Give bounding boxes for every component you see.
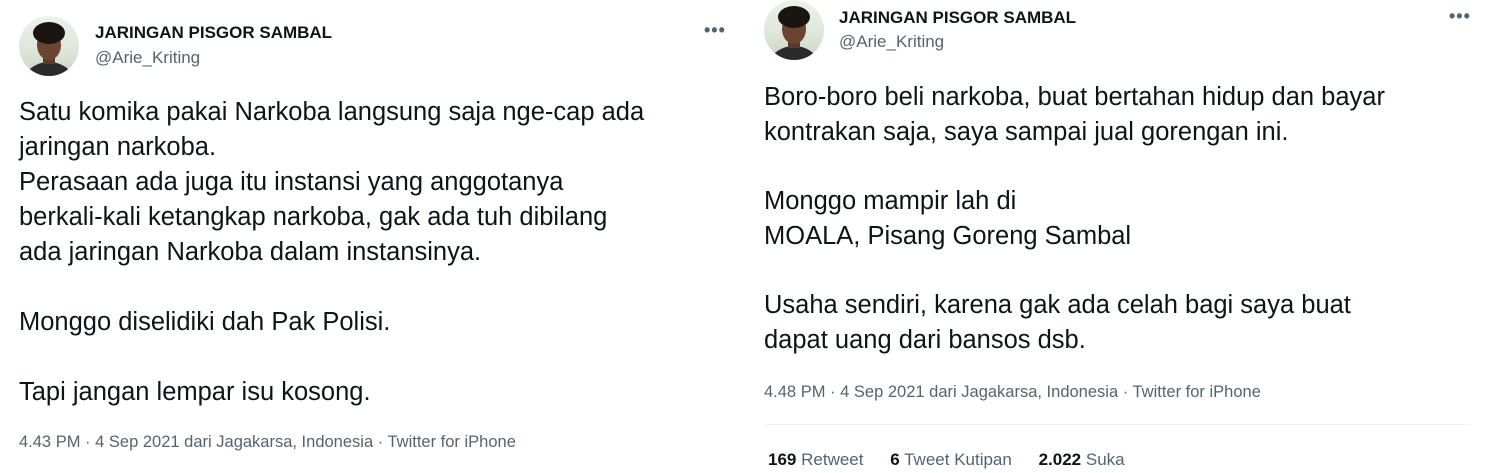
- tweet-date[interactable]: 4 Sep 2021: [95, 433, 179, 451]
- quotes-label: Tweet Kutipan: [904, 450, 1012, 469]
- tweet-right: JARINGAN PISGOR SAMBAL @Arie_Kriting •••…: [745, 0, 1490, 473]
- avatar[interactable]: [19, 16, 79, 76]
- divider: [764, 424, 1470, 425]
- meta-dot: ·: [377, 433, 388, 451]
- tweet-time[interactable]: 4.43 PM: [19, 433, 80, 451]
- tweet-text-line: Usaha sendiri, karena gak ada celah bagi…: [764, 291, 1351, 319]
- tweet-text-line: Tapi jangan lempar isu kosong.: [19, 378, 371, 406]
- tweet-text-line: Boro-boro beli narkoba, buat bertahan hi…: [764, 83, 1385, 111]
- tweet-date[interactable]: 4 Sep 2021: [840, 383, 924, 401]
- tweet-source[interactable]: Twitter for iPhone: [388, 433, 516, 451]
- meta-dot: ·: [85, 433, 96, 451]
- tweet-text-line: berkali-kali ketangkap narkoba, gak ada …: [19, 203, 608, 231]
- more-options-icon[interactable]: •••: [704, 20, 726, 41]
- retweets-label: Retweet: [801, 450, 864, 469]
- from-label: dari: [929, 383, 962, 401]
- author-name[interactable]: JARINGAN PISGOR SAMBAL: [95, 23, 332, 43]
- tweet-text-line: ada jaringan Narkoba dalam instansinya.: [19, 238, 482, 266]
- meta-dot: ·: [830, 383, 841, 401]
- likes-label: Suka: [1085, 450, 1125, 469]
- tweet-text-line: MOALA, Pisang Goreng Sambal: [764, 222, 1132, 250]
- from-label: dari: [184, 433, 217, 451]
- likes-count: 2.022: [1038, 450, 1082, 469]
- retweets-stat[interactable]: 169 Retweet: [768, 450, 863, 469]
- tweet-text-line: Monggo diselidiki dah Pak Polisi.: [19, 308, 391, 336]
- tweet-source[interactable]: Twitter for iPhone: [1133, 383, 1261, 401]
- tweet-text-line: jaringan narkoba.: [19, 133, 217, 161]
- tweet-meta: 4.43 PM · 4 Sep 2021 dari Jagakarsa, Ind…: [19, 433, 516, 452]
- tweet-text-line: kontrakan saja, saya sampai jual gorenga…: [764, 118, 1289, 146]
- tweet-meta: 4.48 PM · 4 Sep 2021 dari Jagakarsa, Ind…: [764, 383, 1261, 402]
- engagement-stats: 169 Retweet 6 Tweet Kutipan 2.022 Suka: [768, 450, 1147, 470]
- tweet-text-line: Perasaan ada juga itu instansi yang angg…: [19, 168, 564, 196]
- avatar[interactable]: [764, 0, 824, 60]
- retweets-count: 169: [768, 450, 797, 469]
- tweet-text-line: dapat uang dari bansos dsb.: [764, 326, 1086, 354]
- tweet-text-line: Monggo mampir lah di: [764, 187, 1017, 215]
- author-name[interactable]: JARINGAN PISGOR SAMBAL: [839, 8, 1076, 28]
- quote-tweets-stat[interactable]: 6 Tweet Kutipan: [890, 450, 1012, 469]
- likes-stat[interactable]: 2.022 Suka: [1039, 450, 1125, 469]
- author-handle[interactable]: @Arie_Kriting: [839, 32, 944, 52]
- tweet-location[interactable]: Jagakarsa, Indonesia: [216, 433, 373, 451]
- quotes-count: 6: [890, 450, 900, 469]
- more-options-icon[interactable]: •••: [1449, 6, 1471, 27]
- tweet-location[interactable]: Jagakarsa, Indonesia: [961, 383, 1118, 401]
- tweet-text-line: Satu komika pakai Narkoba langsung saja …: [19, 98, 645, 126]
- tweet-time[interactable]: 4.48 PM: [764, 383, 825, 401]
- tweet-left: JARINGAN PISGOR SAMBAL @Arie_Kriting •••…: [0, 0, 742, 473]
- author-handle[interactable]: @Arie_Kriting: [95, 48, 200, 68]
- meta-dot: ·: [1122, 383, 1133, 401]
